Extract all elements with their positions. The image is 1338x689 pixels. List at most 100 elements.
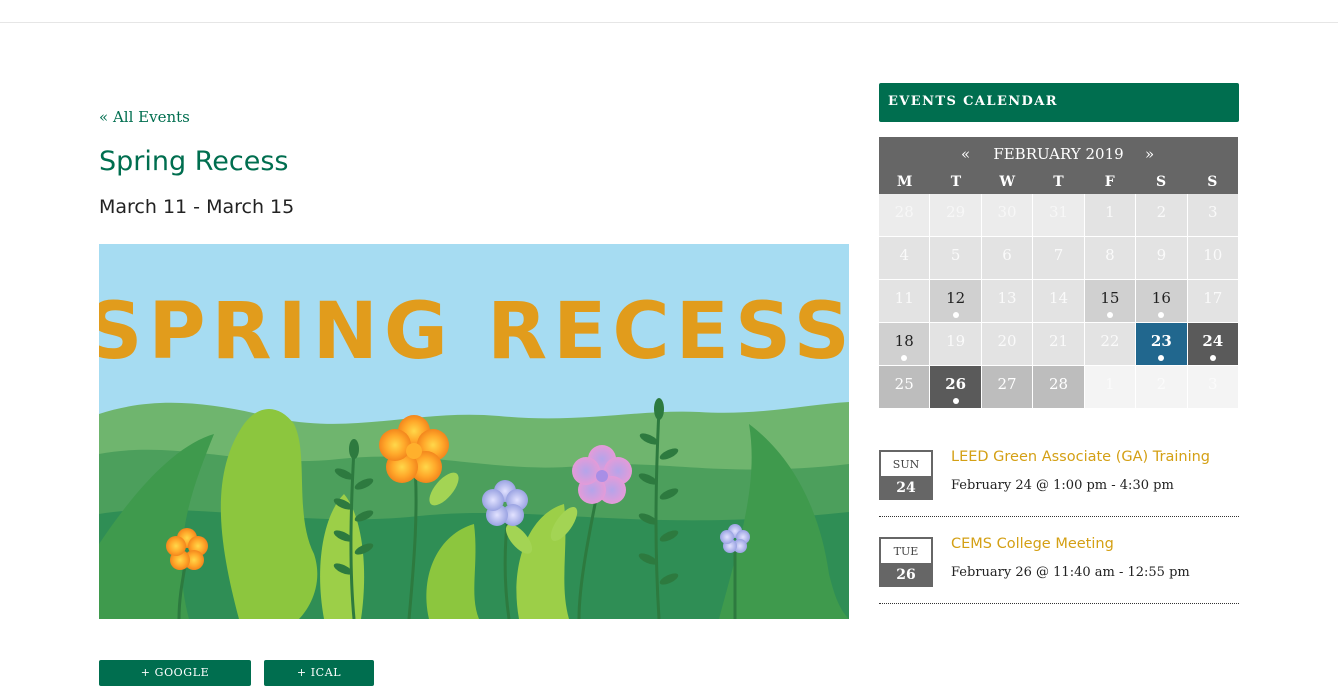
ical-export-button[interactable]: + ICAL EXPORT: [264, 660, 374, 686]
calendar-day-number: 28: [894, 203, 914, 221]
calendar-day-number: 10: [1203, 246, 1223, 264]
calendar-day-number: 1: [1105, 203, 1115, 221]
calendar-day-number: 3: [1208, 203, 1218, 221]
calendar-day[interactable]: 3: [1187, 366, 1238, 408]
event-indicator-dot: [1106, 312, 1113, 318]
calendar-day[interactable]: 15: [1084, 280, 1136, 322]
calendar-day[interactable]: 9: [1136, 237, 1187, 279]
event-featured-image: SPRING RECESS: [99, 244, 849, 619]
calendar-day[interactable]: 10: [1187, 237, 1238, 279]
calendar-day[interactable]: 7: [1033, 237, 1084, 279]
event-day-name: TUE: [893, 545, 919, 558]
calendar-day[interactable]: 27: [981, 366, 1033, 408]
weekday-label: T: [950, 174, 962, 190]
event-indicator-dot: [952, 398, 959, 404]
weekday-row: M T W T F S S: [879, 174, 1238, 190]
calendar-day-number: 31: [1048, 203, 1069, 221]
calendar-day-number: 16: [1151, 289, 1171, 307]
calendar-day-number: 17: [1203, 289, 1223, 307]
event-indicator-dot: [1209, 355, 1216, 361]
calendar-day[interactable]: 8: [1084, 237, 1136, 279]
event-title-link[interactable]: CEMS College Meeting: [951, 536, 1114, 552]
calendar-day-number: 18: [894, 332, 914, 350]
calendar-day-number: 1: [1105, 375, 1115, 393]
mini-calendar: « FEBRUARY 2019 » M T W T F S S 28 29 30 31…: [879, 137, 1238, 408]
calendar-nav: « FEBRUARY 2019 »: [879, 145, 1238, 163]
calendar-day-number: 4: [899, 246, 909, 264]
calendar-day-number: 26: [945, 375, 967, 393]
calendar-day[interactable]: 17: [1187, 280, 1238, 322]
event-title: Spring Recess: [99, 146, 289, 177]
google-calendar-button[interactable]: + GOOGLE CALENDAR: [99, 660, 251, 686]
calendar-day[interactable]: 16: [1136, 280, 1187, 322]
calendar-day[interactable]: 24: [1187, 323, 1238, 365]
all-events-link[interactable]: « All Events: [99, 108, 190, 126]
calendar-day[interactable]: 31: [1033, 194, 1084, 236]
calendar-day[interactable]: 5: [930, 237, 981, 279]
event-title-link[interactable]: LEED Green Associate (GA) Training: [951, 449, 1210, 465]
event-day-name: SUN: [892, 458, 920, 471]
calendar-day[interactable]: 25: [879, 366, 930, 408]
calendar-day[interactable]: 1: [1084, 194, 1136, 236]
calendar-day-number: 12: [946, 289, 966, 307]
weekday-label: W: [999, 174, 1016, 190]
calendar-header: « FEBRUARY 2019 » M T W T F S S: [879, 137, 1238, 194]
calendar-day[interactable]: 23: [1136, 323, 1187, 365]
event-day-number: 24: [881, 476, 931, 500]
event-indicator-dot: [901, 355, 908, 361]
calendar-day[interactable]: 21: [1033, 323, 1084, 365]
events-calendar-widget-header: EVENTS CALENDAR: [879, 83, 1239, 122]
calendar-day-number: 30: [997, 203, 1017, 221]
calendar-day[interactable]: 13: [981, 280, 1033, 322]
calendar-day[interactable]: 28: [1033, 366, 1084, 408]
calendar-day-number: 8: [1105, 246, 1115, 264]
calendar-day-number: 6: [1002, 246, 1012, 264]
widget-title: EVENTS CALENDAR: [888, 94, 1058, 109]
top-bar: [0, 0, 1338, 23]
event-time: February 26 @ 11:40 am - 12:55 pm: [951, 565, 1190, 580]
calendar-day[interactable]: 18: [879, 323, 930, 365]
event-day-number: 26: [881, 563, 931, 587]
calendar-day-number: 21: [1048, 332, 1069, 350]
calendar-day-number: 5: [950, 246, 961, 264]
calendar-day-number: 25: [894, 375, 914, 393]
calendar-day[interactable]: 11: [879, 280, 930, 322]
calendar-day[interactable]: 3: [1187, 194, 1238, 236]
weekday-label: T: [1053, 174, 1064, 190]
calendar-day[interactable]: 19: [930, 323, 981, 365]
calendar-day-number: 19: [946, 332, 966, 350]
calendar-day[interactable]: 29: [930, 194, 981, 236]
calendar-day-number: 22: [1100, 332, 1120, 350]
calendar-day[interactable]: 26: [930, 366, 981, 408]
calendar-day[interactable]: 28: [879, 194, 930, 236]
weekday-label: F: [1104, 174, 1115, 190]
calendar-day-number: 13: [997, 289, 1017, 307]
weekday-label: S: [1207, 174, 1218, 190]
event-time: February 24 @ 1:00 pm - 4:30 pm: [951, 478, 1174, 493]
calendar-day-number: 28: [1048, 375, 1069, 393]
calendar-day-number: 7: [1053, 246, 1064, 264]
prev-month-button[interactable]: «: [961, 145, 970, 163]
event-indicator-dot: [1158, 355, 1165, 361]
calendar-day[interactable]: 14: [1033, 280, 1084, 322]
calendar-day[interactable]: 1: [1084, 366, 1136, 408]
calendar-day-number: 2: [1156, 203, 1167, 221]
calendar-day[interactable]: 20: [981, 323, 1033, 365]
calendar-day[interactable]: 4: [879, 237, 930, 279]
calendar-day[interactable]: 30: [981, 194, 1033, 236]
calendar-grid: 28 29 30 31 1 2 3 4 5 6 7 8 9 10 11 12 13 14 15 16 17 18 19 20 2…: [879, 194, 1238, 408]
calendar-day-number: 29: [946, 203, 966, 221]
hero-title-text: SPRING RECESS: [99, 287, 849, 377]
event-date-badge: SUN 24: [879, 450, 933, 500]
calendar-day-number: 15: [1100, 289, 1120, 307]
calendar-day-number: 24: [1202, 332, 1224, 350]
calendar-day[interactable]: 2: [1136, 194, 1187, 236]
month-label: FEBRUARY 2019: [993, 145, 1124, 163]
calendar-day-number: 2: [1156, 375, 1167, 393]
calendar-day[interactable]: 6: [981, 237, 1033, 279]
next-month-button[interactable]: »: [1145, 145, 1154, 163]
calendar-day[interactable]: 12: [930, 280, 981, 322]
calendar-day[interactable]: 2: [1136, 366, 1187, 408]
calendar-day-number: 14: [1048, 289, 1069, 307]
calendar-day[interactable]: 22: [1084, 323, 1136, 365]
